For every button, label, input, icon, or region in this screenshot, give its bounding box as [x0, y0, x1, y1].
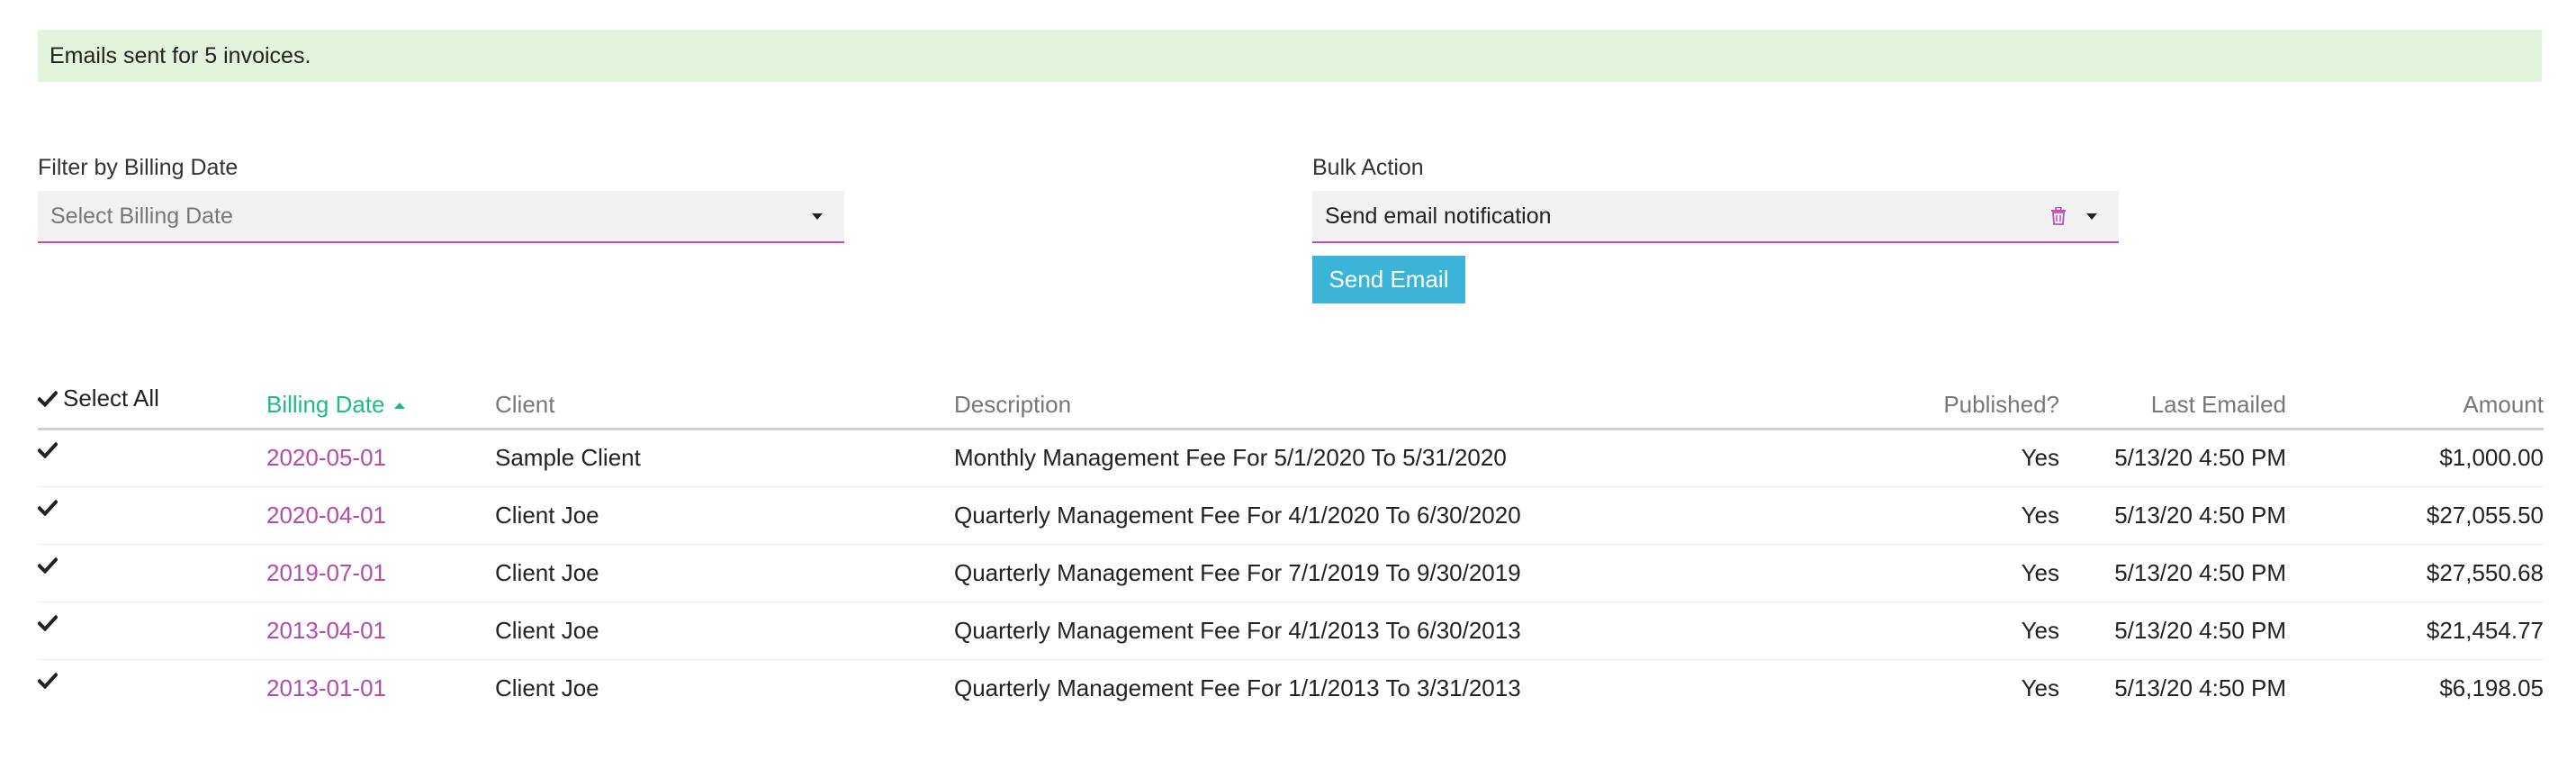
description-cell: Quarterly Management Fee For 4/1/2020 To… [954, 486, 1933, 545]
billing-date-cell[interactable]: 2019-07-01 [266, 544, 495, 602]
select-all-toggle[interactable]: Select All [38, 385, 159, 412]
last-emailed-cell: 5/13/20 4:50 PM [2059, 544, 2286, 602]
column-header-last-emailed[interactable]: Last Emailed [2059, 376, 2286, 430]
column-header-billing-date[interactable]: Billing Date [266, 376, 495, 430]
check-icon[interactable] [38, 556, 58, 574]
description-header-label: Description [954, 390, 1072, 418]
send-email-button[interactable]: Send Email [1312, 256, 1465, 303]
amount-cell: $27,550.68 [2286, 544, 2544, 602]
check-icon [38, 390, 58, 407]
published-cell: Yes [1933, 486, 2059, 545]
chevron-down-icon[interactable] [812, 213, 823, 220]
client-cell: Sample Client [495, 429, 954, 487]
table-row[interactable]: 2013-01-01 Client Joe Quarterly Manageme… [38, 659, 2544, 717]
sort-up-icon [393, 402, 405, 409]
client-cell: Client Joe [495, 544, 954, 602]
published-cell: Yes [1933, 544, 2059, 602]
column-header-amount[interactable]: Amount [2286, 376, 2544, 430]
bulk-action-label: Bulk Action [1312, 155, 1424, 180]
table-row[interactable]: 2019-07-01 Client Joe Quarterly Manageme… [38, 544, 2544, 602]
billing-date-link[interactable]: 2013-01-01 [266, 674, 386, 701]
last-emailed-cell: 5/13/20 4:50 PM [2059, 602, 2286, 660]
billing-date-cell[interactable]: 2020-05-01 [266, 429, 495, 487]
description-cell: Quarterly Management Fee For 7/1/2019 To… [954, 544, 1933, 602]
row-check-cell[interactable] [38, 486, 266, 545]
check-icon[interactable] [38, 499, 58, 516]
last-emailed-cell: 5/13/20 4:50 PM [2059, 486, 2286, 545]
description-cell: Monthly Management Fee For 5/1/2020 To 5… [954, 429, 1933, 487]
billing-date-placeholder: Select Billing Date [50, 203, 233, 229]
table-row[interactable]: 2020-04-01 Client Joe Quarterly Manageme… [38, 486, 2544, 545]
invoices-table: Select All Billing Date Client Descripti… [38, 376, 2544, 717]
billing-date-cell[interactable]: 2013-01-01 [266, 659, 495, 717]
check-icon[interactable] [38, 442, 58, 458]
last-emailed-cell: 5/13/20 4:50 PM [2114, 674, 2286, 701]
published-cell: Yes [1933, 602, 2059, 660]
client-cell: Client Joe [495, 602, 954, 660]
client-header-label: Client [495, 390, 555, 418]
billing-date-cell[interactable]: 2020-04-01 [266, 486, 495, 545]
amount-cell: $27,055.50 [2286, 486, 2544, 545]
published-header-label: Published? [1943, 390, 2059, 418]
published-cell: Yes [2021, 674, 2059, 701]
billing-date-link[interactable]: 2013-04-01 [266, 617, 386, 644]
amount-header-label: Amount [2463, 390, 2544, 418]
success-alert: Emails sent for 5 invoices. [38, 30, 2542, 82]
amount-cell: $6,198.05 [2439, 674, 2544, 701]
amount-cell: $21,454.77 [2286, 602, 2544, 660]
table-row[interactable]: 2020-05-01 Sample Client Monthly Managem… [38, 429, 2544, 487]
table-row[interactable]: 2013-04-01 Client Joe Quarterly Manageme… [38, 602, 2544, 660]
client-cell: Client Joe [495, 674, 599, 701]
chevron-down-icon[interactable] [2086, 213, 2097, 220]
billing-date-cell[interactable]: 2013-04-01 [266, 602, 495, 660]
client-cell: Client Joe [495, 486, 954, 545]
row-check-cell[interactable] [38, 429, 266, 487]
published-cell: Yes [1933, 429, 2059, 487]
trash-icon[interactable] [2049, 206, 2068, 226]
filter-label: Filter by Billing Date [38, 155, 239, 180]
bulk-action-value: Send email notification [1325, 203, 1552, 229]
check-icon[interactable] [38, 672, 58, 689]
billing-date-header-label: Billing Date [266, 390, 385, 418]
column-header-published[interactable]: Published? [1933, 376, 2059, 430]
row-check-cell[interactable] [38, 544, 266, 602]
row-check-cell[interactable] [38, 659, 266, 717]
billing-date-link[interactable]: 2020-04-01 [266, 502, 386, 529]
table-header-row: Select All Billing Date Client Descripti… [38, 376, 2544, 430]
column-header-description[interactable]: Description [954, 376, 1933, 430]
billing-date-link[interactable]: 2020-05-01 [266, 444, 386, 471]
column-header-client[interactable]: Client [495, 376, 954, 430]
alert-message: Emails sent for 5 invoices. [50, 42, 311, 68]
description-cell: Quarterly Management Fee For 1/1/2013 To… [954, 674, 1521, 701]
billing-date-select[interactable]: Select Billing Date [38, 191, 844, 243]
select-all-header[interactable]: Select All [38, 376, 266, 430]
billing-date-link[interactable]: 2019-07-01 [266, 559, 386, 586]
amount-cell: $1,000.00 [2286, 429, 2544, 487]
select-all-label: Select All [63, 385, 159, 412]
check-icon[interactable] [38, 614, 58, 631]
row-check-cell[interactable] [38, 602, 266, 660]
last-emailed-cell: 5/13/20 4:50 PM [2059, 429, 2286, 487]
description-cell: Quarterly Management Fee For 4/1/2013 To… [954, 602, 1933, 660]
bulk-action-select[interactable]: Send email notification [1312, 191, 2119, 243]
last-emailed-header-label: Last Emailed [2150, 390, 2286, 418]
